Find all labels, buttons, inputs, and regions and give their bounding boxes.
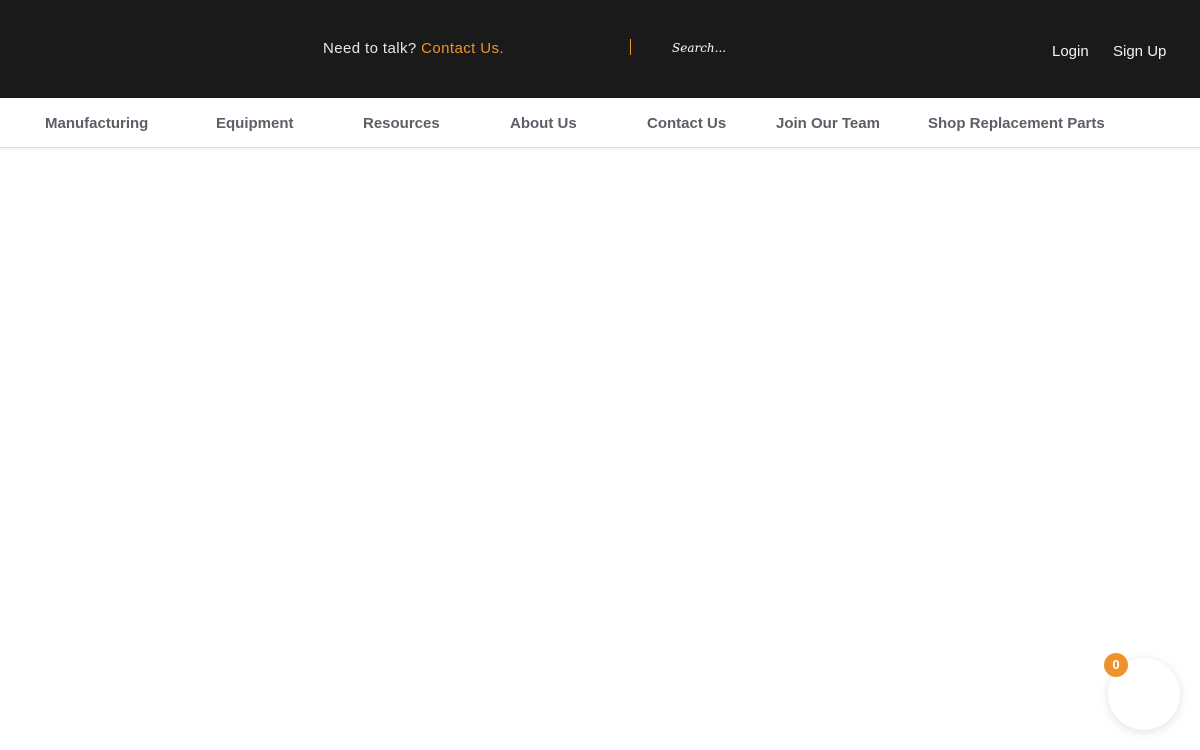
search-divider xyxy=(630,39,631,55)
login-link[interactable]: Login xyxy=(1052,43,1089,60)
contact-us-link[interactable]: Contact Us. xyxy=(421,40,504,57)
nav-item-join-our-team[interactable]: Join Our Team xyxy=(776,115,880,132)
nav-item-resources[interactable]: Resources xyxy=(363,115,440,132)
search-input[interactable] xyxy=(668,38,908,58)
nav-item-about-us[interactable]: About Us xyxy=(510,115,577,132)
nav-item-shop-replacement-parts[interactable]: Shop Replacement Parts xyxy=(928,115,1105,132)
sign-up-link[interactable]: Sign Up xyxy=(1113,43,1166,60)
nav-item-equipment[interactable]: Equipment xyxy=(216,115,294,132)
need-to-talk-text: Need to talk? Contact Us. xyxy=(323,40,504,57)
main-nav: Manufacturing Equipment Resources About … xyxy=(0,98,1200,148)
nav-item-manufacturing[interactable]: Manufacturing xyxy=(45,115,148,132)
talk-prefix: Need to talk? xyxy=(323,40,417,57)
cart-count-badge: 0 xyxy=(1104,653,1128,677)
top-bar: Need to talk? Contact Us. Login Sign Up xyxy=(0,0,1200,98)
nav-item-contact-us[interactable]: Contact Us xyxy=(647,115,726,132)
